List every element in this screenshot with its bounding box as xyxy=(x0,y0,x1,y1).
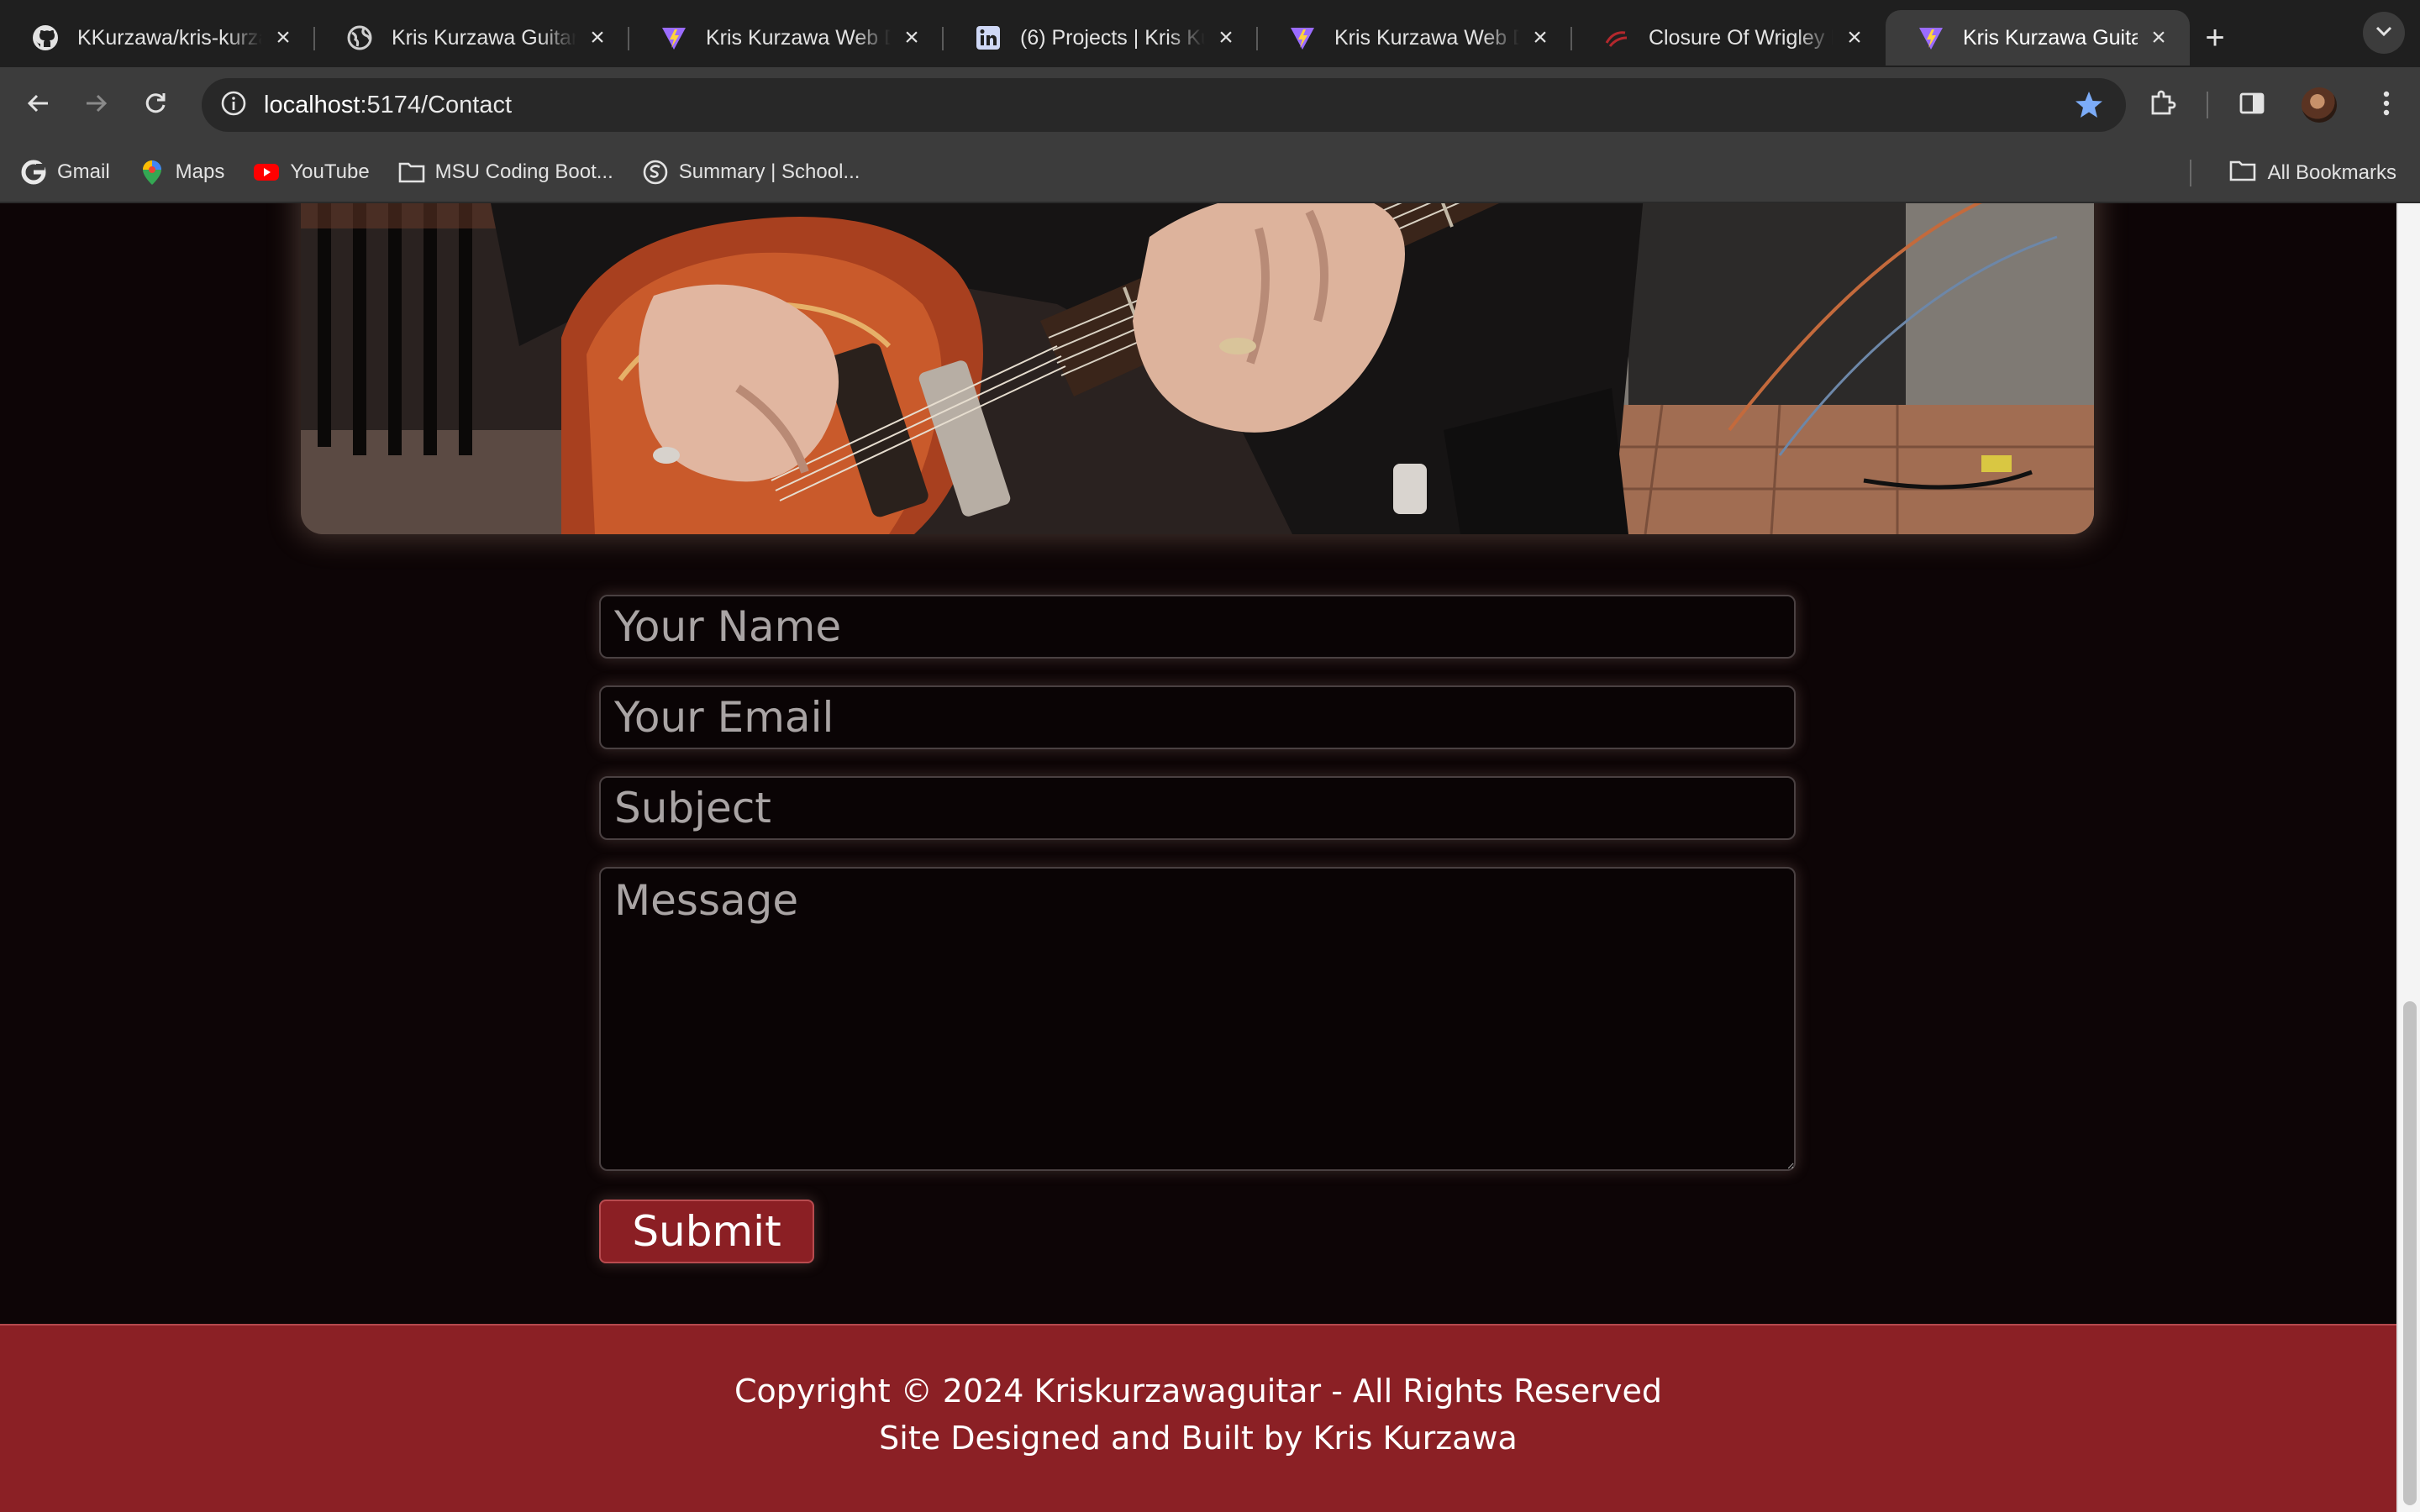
bookmarks-divider xyxy=(2190,160,2191,186)
s-logo-icon xyxy=(642,159,669,186)
side-panel-button[interactable] xyxy=(2218,67,2286,143)
tab-title: (6) Projects | Kris Kurzawa xyxy=(1020,25,1205,50)
swirl-icon xyxy=(1603,24,1630,51)
hero-guitar-image xyxy=(301,203,2094,534)
globe-icon xyxy=(346,24,373,51)
bookmark-summary-school[interactable]: Summary | School... xyxy=(642,159,860,186)
bookmark-label: YouTube xyxy=(290,160,370,183)
bookmark-label: Maps xyxy=(175,160,225,183)
page-scrollbar[interactable] xyxy=(2396,203,2420,1512)
folder-icon xyxy=(398,159,425,186)
bookmark-label: MSU Coding Boot... xyxy=(434,160,613,183)
name-input[interactable] xyxy=(599,595,1796,659)
toolbar-right xyxy=(2129,67,2420,143)
extensions-button[interactable] xyxy=(2129,67,2196,143)
bookmark-gmail[interactable]: Gmail xyxy=(20,159,110,186)
site-footer: Copyright © 2024 Kriskurzawaguitar - All… xyxy=(0,1324,2396,1512)
tab-title: Kris Kurzawa Guitar xyxy=(1963,25,2138,50)
close-icon[interactable]: × xyxy=(2146,24,2171,51)
browser-toolbar: localhost:5174/Contact xyxy=(0,67,2420,143)
address-bar[interactable]: localhost:5174/Contact xyxy=(202,78,2126,132)
guitarist-illustration xyxy=(301,203,2094,534)
vite-icon xyxy=(660,24,687,51)
tab-kris-kurzawa-guitar-active[interactable]: Kris Kurzawa Guitar × xyxy=(1886,10,2190,66)
bookmark-folder-msu[interactable]: MSU Coding Boot... xyxy=(398,159,613,186)
menu-button[interactable] xyxy=(2353,67,2420,143)
side-panel-icon xyxy=(2238,90,2265,121)
arrow-right-icon xyxy=(84,91,109,120)
forward-button[interactable] xyxy=(67,76,126,134)
tab-strip: KKurzawa/kris-kurzawa × Kris Kurzawa Gui… xyxy=(0,0,2420,67)
close-icon[interactable]: × xyxy=(271,24,296,51)
vite-icon xyxy=(1289,24,1316,51)
tab-title: Kris Kurzawa Web Dev xyxy=(1334,25,1519,50)
all-bookmarks-label: All Bookmarks xyxy=(2267,161,2396,184)
reload-icon xyxy=(143,91,168,120)
maps-pin-icon xyxy=(139,159,166,186)
tab-kris-kurzawa-guitar[interactable]: Kris Kurzawa Guitar × xyxy=(314,10,629,66)
footer-copyright: Copyright © 2024 Kriskurzawaguitar - All… xyxy=(734,1373,1663,1410)
submit-button[interactable]: Submit xyxy=(599,1200,814,1263)
email-input[interactable] xyxy=(599,685,1796,749)
reload-button[interactable] xyxy=(126,76,185,134)
tab-github[interactable]: KKurzawa/kris-kurzawa × xyxy=(0,10,315,66)
contact-form: Submit xyxy=(599,595,1796,1263)
new-tab-button[interactable]: + xyxy=(2190,10,2240,66)
url-host: localhost xyxy=(264,91,360,118)
vite-icon xyxy=(1918,24,1944,51)
all-bookmarks-button[interactable]: All Bookmarks xyxy=(2229,143,2396,203)
youtube-icon xyxy=(253,159,280,186)
tab-linkedin-projects[interactable]: (6) Projects | Kris Kurzawa × xyxy=(943,10,1258,66)
bookmarks-bar: Gmail Maps YouTube MSU Coding Boot... Su… xyxy=(0,143,2420,203)
bookmark-maps[interactable]: Maps xyxy=(139,159,225,186)
tab-kris-kurzawa-web-dev-2[interactable]: Kris Kurzawa Web Dev × xyxy=(1257,10,1572,66)
message-textarea[interactable] xyxy=(599,867,1796,1171)
close-icon[interactable]: × xyxy=(1842,24,1867,51)
close-icon[interactable]: × xyxy=(585,24,610,51)
chevron-down-icon xyxy=(2375,25,2393,41)
footer-credit: Site Designed and Built by Kris Kurzawa xyxy=(879,1420,1518,1457)
google-icon xyxy=(20,159,47,186)
toolbar-divider xyxy=(2207,92,2208,118)
linkedin-icon xyxy=(975,24,1002,51)
close-icon[interactable]: × xyxy=(1528,24,1553,51)
url-text: localhost:5174/Contact xyxy=(264,92,512,119)
profile-button[interactable] xyxy=(2286,67,2353,143)
tab-title: Closure Of Wrigley Health xyxy=(1649,25,1833,50)
tab-kris-kurzawa-web-dev[interactable]: Kris Kurzawa Web Dev × xyxy=(629,10,944,66)
bookmark-star-icon[interactable] xyxy=(2074,90,2104,124)
tab-search-button[interactable] xyxy=(2363,12,2405,54)
tab-closure-of-wrigley[interactable]: Closure Of Wrigley Health × xyxy=(1571,10,1886,66)
tab-title: Kris Kurzawa Web Dev xyxy=(706,25,891,50)
back-button[interactable] xyxy=(8,76,67,134)
close-icon[interactable]: × xyxy=(1213,24,1239,51)
bookmark-label: Summary | School... xyxy=(678,160,860,183)
close-icon[interactable]: × xyxy=(899,24,924,51)
url-path: :5174/Contact xyxy=(360,91,513,118)
more-vertical-icon xyxy=(2382,90,2391,121)
avatar xyxy=(2302,87,2337,123)
subject-input[interactable] xyxy=(599,776,1796,840)
folder-icon xyxy=(2229,159,2256,188)
bookmark-label: Gmail xyxy=(57,160,110,183)
scrollbar-thumb[interactable] xyxy=(2403,1001,2417,1505)
tab-title: KKurzawa/kris-kurzawa xyxy=(77,25,262,50)
bookmark-youtube[interactable]: YouTube xyxy=(253,159,370,186)
puzzle-icon xyxy=(2148,88,2178,123)
site-info-icon[interactable] xyxy=(220,90,247,121)
github-icon xyxy=(32,24,59,51)
arrow-left-icon xyxy=(25,91,50,120)
tab-title: Kris Kurzawa Guitar xyxy=(392,25,576,50)
page-viewport: Submit Copyright © 2024 Kriskurzawaguita… xyxy=(0,203,2396,1512)
